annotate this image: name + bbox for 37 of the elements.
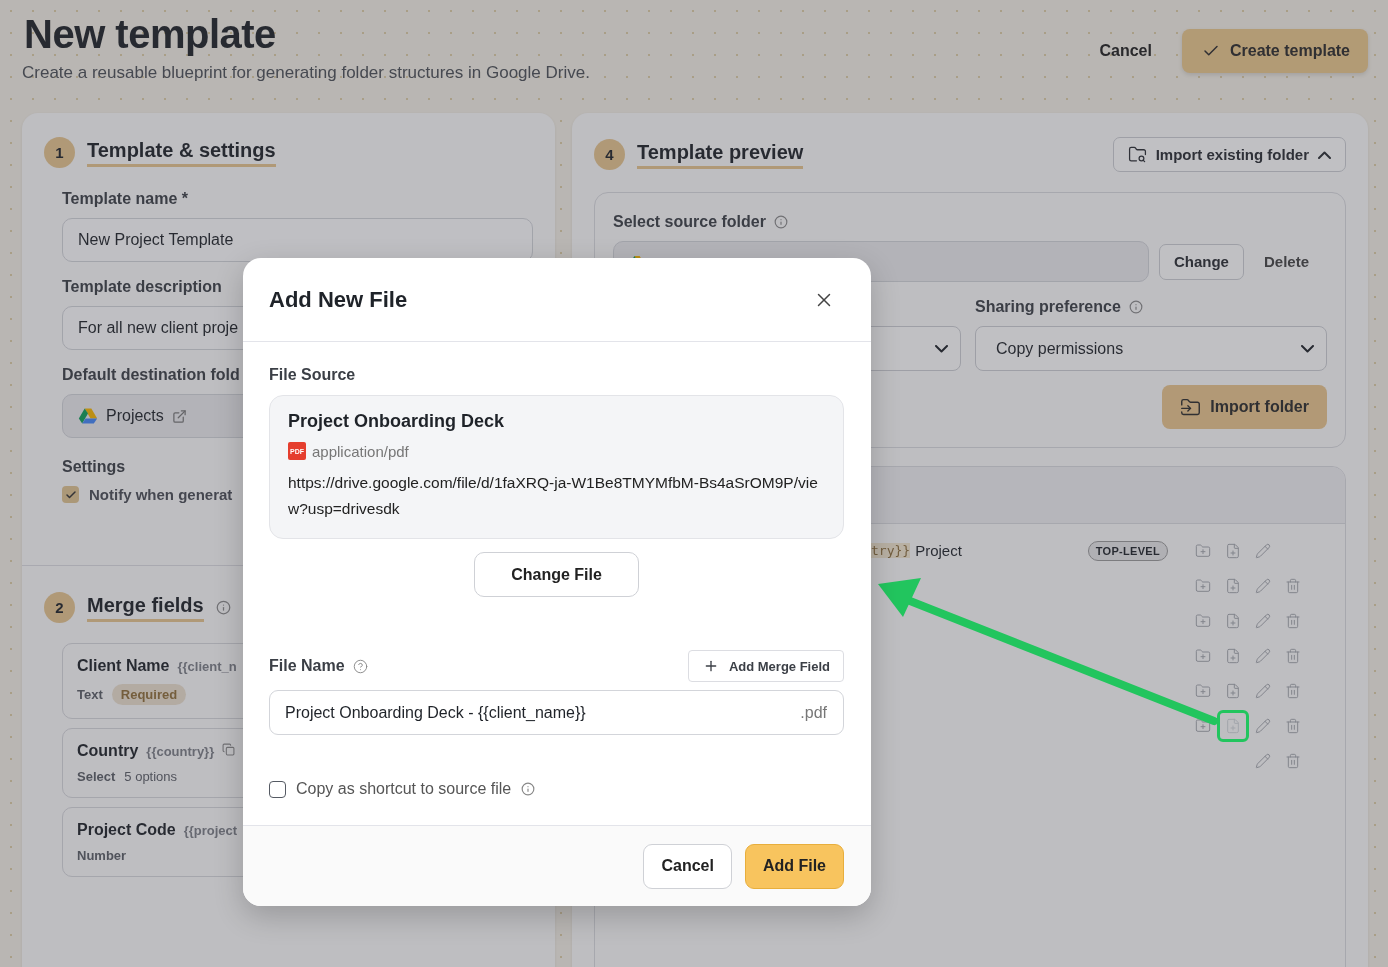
- field-label: Settings: [62, 458, 126, 476]
- field-type: Select: [77, 769, 116, 784]
- section-title: Merge fields: [87, 593, 204, 622]
- file-name: Project Onboarding Deck: [288, 411, 506, 432]
- field-label: Select source folder: [613, 213, 788, 231]
- field-type: Text: [77, 687, 103, 702]
- merge-token: {{client_n: [177, 659, 237, 674]
- folder-name: Project: [915, 542, 962, 559]
- section-title: Template & settings: [87, 138, 276, 167]
- field-type: Number: [77, 848, 127, 863]
- checkbox-label: Notify when generat: [89, 486, 233, 503]
- step-number: 2: [44, 592, 75, 623]
- merge-token: {{project: [183, 823, 238, 838]
- merge-token: {{country}}: [146, 744, 215, 759]
- mime-type: application/pdf: [312, 442, 409, 460]
- dialog-title: Add New File: [269, 286, 408, 313]
- field-label: File Source: [269, 366, 357, 384]
- merge-field-name: Client Name: [77, 657, 170, 675]
- field-label: File Name: [269, 657, 345, 675]
- merge-field-name: Project Code: [77, 821, 176, 839]
- field-detail: 5 options: [124, 769, 178, 784]
- required-tag: Required: [111, 684, 187, 705]
- file-url: https://drive.google.com/file/d/1faXRQ-ja-W1Be8TMYMfbM-Bs4aSrOM9P/view?usp=drivesdk: [288, 473, 819, 519]
- merge-field-name: Country: [77, 742, 139, 760]
- merge-token: try}}: [871, 543, 911, 558]
- checkbox-label: Copy as shortcut to source file: [296, 780, 512, 798]
- file-extension: .pdf: [800, 703, 827, 722]
- top-level-tag: TOP-LEVEL: [1087, 540, 1168, 561]
- page-title: New template: [24, 12, 277, 57]
- step-number: 4: [594, 139, 625, 170]
- section-title: Template preview: [637, 140, 804, 169]
- field-label: Sharing preference: [975, 298, 1143, 316]
- page-subtitle: Create a reusable blueprint for generating folder structures in Google Drive.: [22, 63, 590, 83]
- step-number: 1: [44, 137, 75, 168]
- field-label: Template description: [62, 278, 222, 296]
- field-label: Default destination fold: [62, 366, 240, 384]
- field-label: Template name *: [62, 190, 188, 208]
